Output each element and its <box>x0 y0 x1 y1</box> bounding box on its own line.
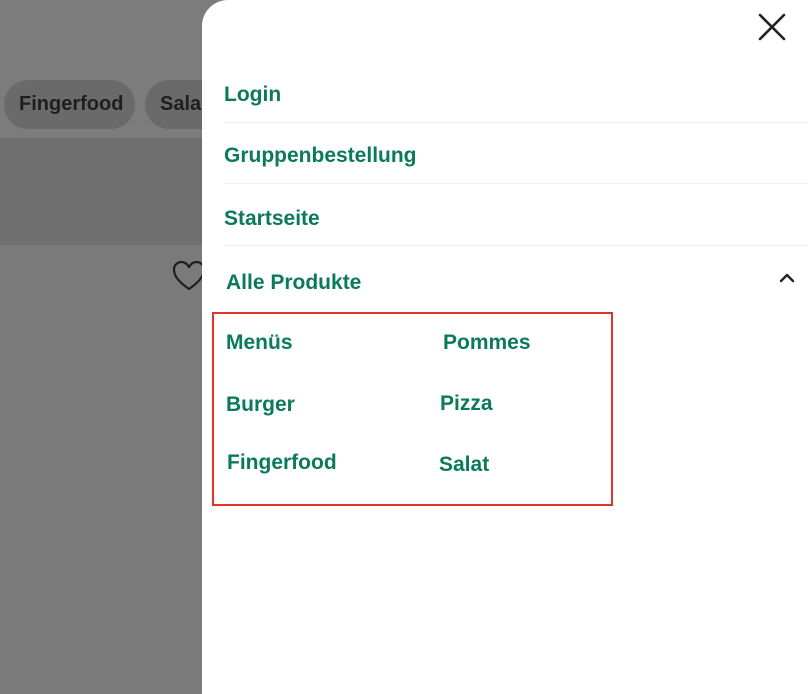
subcategory-salat[interactable]: Salat <box>439 453 489 477</box>
heart-icon[interactable] <box>172 260 206 292</box>
subcategory-burger[interactable]: Burger <box>226 393 295 417</box>
subcategory-pommes[interactable]: Pommes <box>443 331 531 355</box>
menu-item-all-products[interactable]: Alle Produkte <box>226 271 746 295</box>
subcategory-pizza[interactable]: Pizza <box>440 392 493 416</box>
subcategory-fingerfood[interactable]: Fingerfood <box>227 451 337 475</box>
chevron-up-icon[interactable] <box>778 270 796 284</box>
divider <box>224 183 808 184</box>
subcategory-menus[interactable]: Menüs <box>226 331 293 355</box>
menu-item-group-order[interactable]: Gruppenbestellung <box>224 144 804 168</box>
category-chip-fingerfood[interactable]: Fingerfood <box>4 80 135 129</box>
menu-item-login[interactable]: Login <box>224 83 804 107</box>
menu-item-home[interactable]: Startseite <box>224 207 804 231</box>
close-icon[interactable] <box>757 12 787 42</box>
divider <box>224 122 808 123</box>
divider <box>224 245 808 246</box>
